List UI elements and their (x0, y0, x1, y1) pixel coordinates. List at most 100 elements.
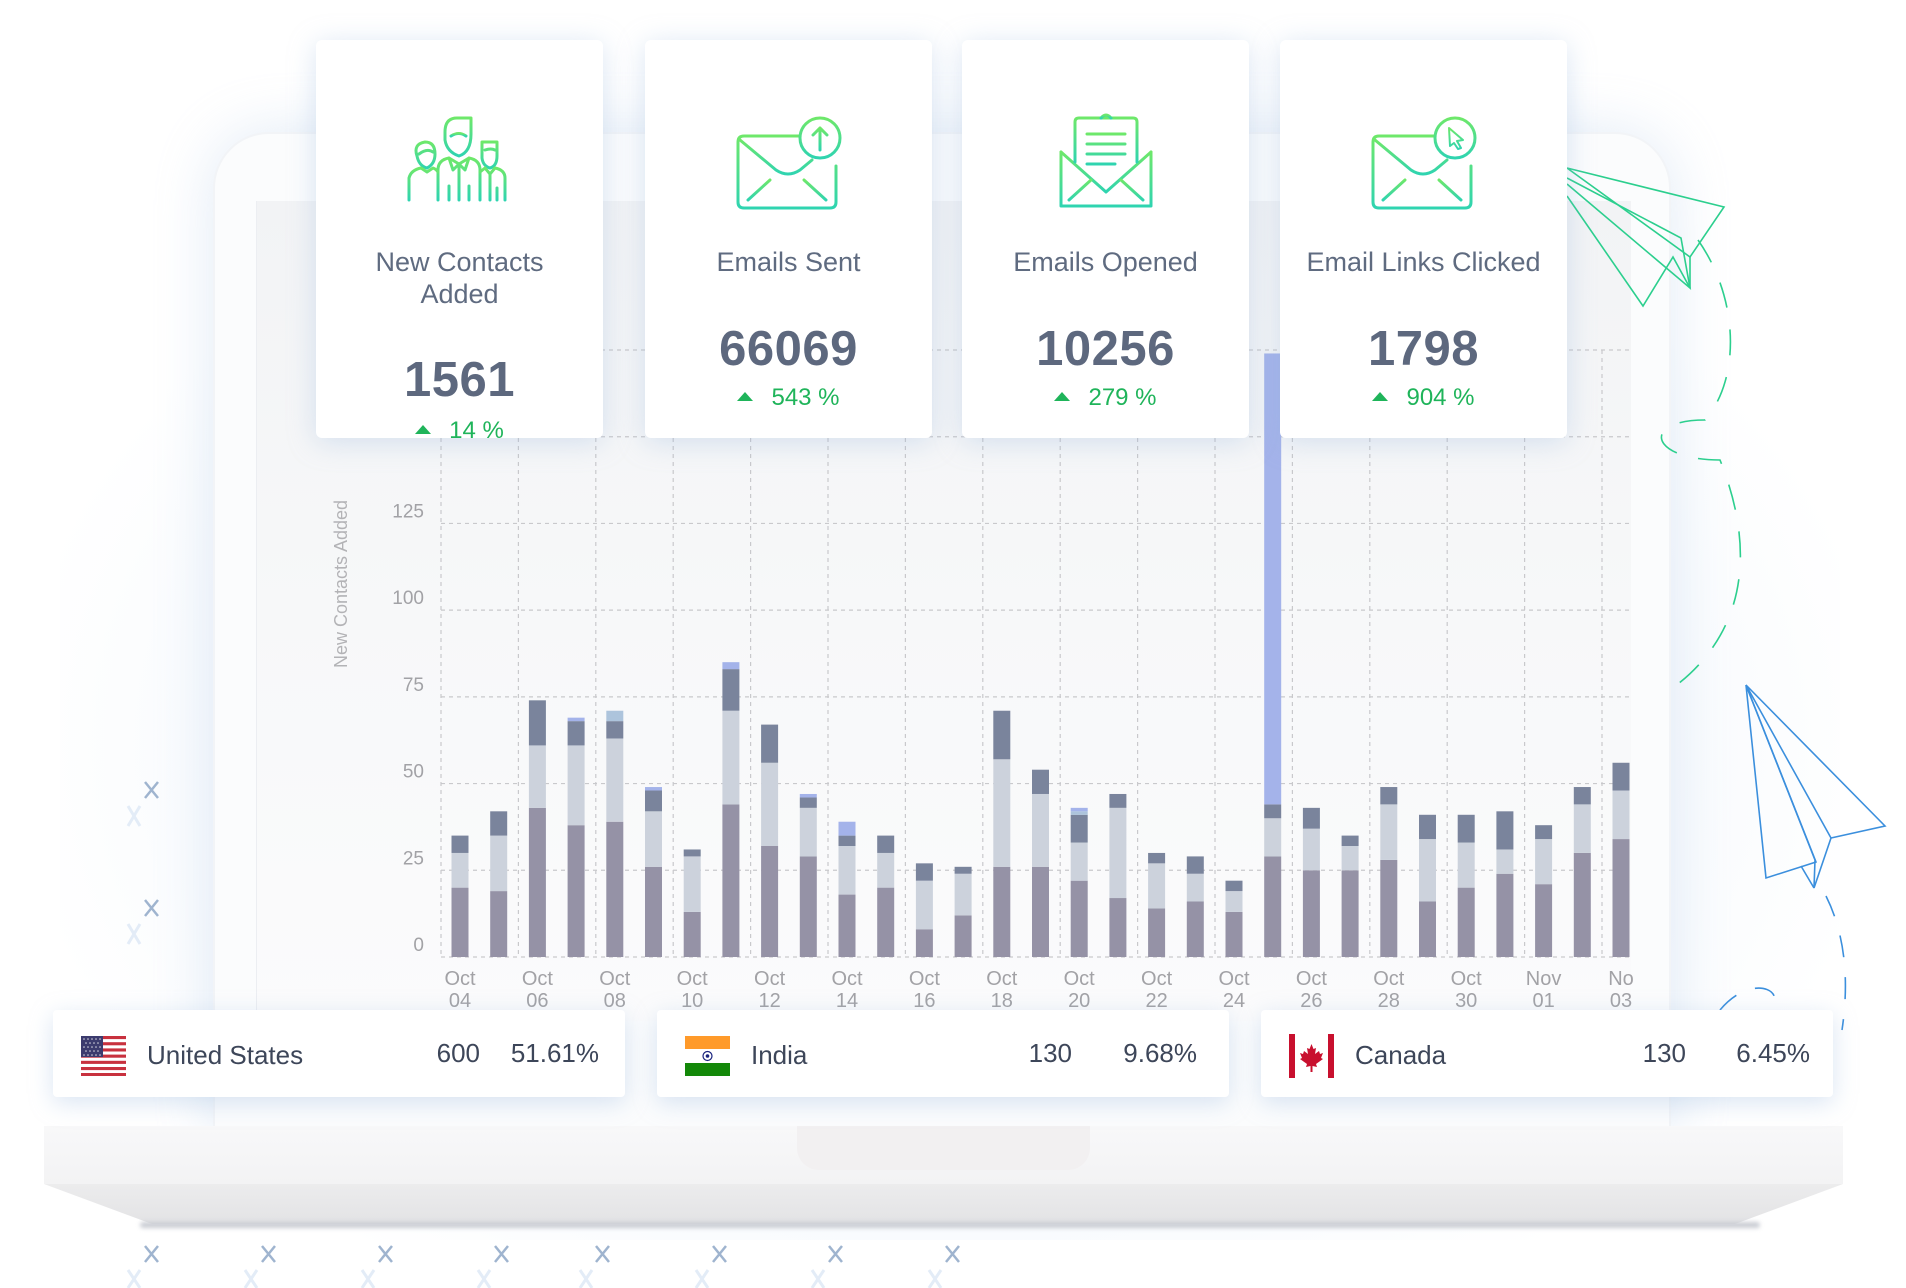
bar-segment-series-2 (1341, 846, 1359, 871)
stat-card-emails-sent[interactable]: Emails Sent 66069 543 % (645, 40, 932, 438)
bar-segment-series-2 (915, 880, 933, 930)
bar-stack (1109, 793, 1127, 957)
bar-stack (1380, 787, 1398, 957)
stat-card-email-links-clicked[interactable]: Email Links Clicked 1798 904 % (1280, 40, 1567, 438)
country-percent: 51.61% (510, 1038, 599, 1068)
stat-change: 904 % (1280, 384, 1567, 412)
trend-up-icon (415, 425, 432, 434)
bar-segment-series-3 (683, 849, 701, 857)
bar-segment-series-2 (877, 852, 895, 888)
bar-segment-series-2 (1264, 818, 1282, 857)
bar-segment-series-1 (722, 804, 740, 957)
bar-segment-series-1 (683, 911, 701, 957)
bar-segment-series-1 (993, 866, 1011, 957)
bar-segment-series-1 (1109, 898, 1127, 957)
bar-segment-series-1 (1535, 884, 1553, 957)
country-name: India (751, 1040, 808, 1070)
bar-segment-series-2 (1070, 842, 1088, 881)
x-tick-label: Nov (1526, 968, 1562, 990)
x-tick-label: Oct (677, 968, 709, 990)
stat-change-value: 904 % (1406, 384, 1475, 411)
y-axis-ticks: 0 25 50 75 100 125 (392, 501, 424, 956)
bar-segment-series-1 (451, 887, 469, 957)
bar-stack (1535, 825, 1553, 957)
x-tick-label: 20 (1068, 990, 1090, 1012)
bar-segment-series-1 (1341, 870, 1359, 957)
bar-segment-series-3 (1496, 811, 1514, 850)
x-tick-label: 01 (1532, 990, 1554, 1012)
bar-segment-series-3 (838, 835, 856, 847)
x-tick-label: 24 (1223, 990, 1245, 1012)
country-row-india[interactable]: India 130 9.68% (657, 1010, 1229, 1097)
country-count: 130 (1028, 1038, 1072, 1068)
x-tick-label: 04 (449, 990, 471, 1012)
stat-card-emails-opened[interactable]: Emails Opened 10256 279 % (962, 40, 1249, 438)
x-tick-label: Oct (909, 968, 941, 990)
bar-stack (915, 863, 933, 957)
x-tick-label: 10 (681, 990, 703, 1012)
bar-segment-series-3 (1148, 852, 1166, 864)
bar-segment-series-1 (645, 866, 662, 957)
country-row-united-states[interactable]: United States 600 51.61% (53, 1010, 625, 1097)
bar-segment-series-1 (1225, 911, 1243, 957)
bar-segment-series-3 (1186, 856, 1204, 874)
bar-stack (954, 866, 972, 957)
chart-bars (451, 353, 1630, 957)
country-count: 600 (436, 1038, 480, 1068)
bar-segment-series-3 (1457, 814, 1475, 843)
bar-segment-series-5 (567, 717, 585, 722)
bar-stack (1612, 762, 1630, 957)
stat-title: Emails Sent (716, 247, 861, 277)
y-tick-label: 0 (413, 935, 424, 956)
bar-segment-series-1 (1070, 880, 1088, 957)
x-tick-label: Oct (1296, 968, 1328, 990)
bar-segment-series-2 (683, 856, 701, 912)
bar-segment-series-1 (1612, 839, 1630, 957)
y-tick-label: 125 (392, 501, 424, 522)
x-tick-label: Oct (599, 968, 631, 990)
bar-stack (799, 793, 817, 957)
x-tick-label: 12 (758, 990, 780, 1012)
bar-stack (1457, 814, 1475, 957)
bar-segment-series-2 (1148, 863, 1166, 909)
x-tick-label: 22 (1145, 990, 1167, 1012)
x-tick-label: 06 (526, 990, 548, 1012)
y-tick-label: 50 (403, 762, 424, 783)
bar-segment-series-5 (1070, 807, 1088, 812)
bar-stack (993, 710, 1011, 957)
bar-segment-series-1 (567, 825, 585, 957)
bar-segment-series-1 (877, 887, 895, 957)
bar-segment-series-1 (1302, 870, 1320, 957)
bar-segment-series-3 (1070, 814, 1088, 843)
bar-segment-series-2 (954, 873, 972, 916)
bar-segment-series-2 (1535, 839, 1553, 885)
x-tick-label: Oct (1218, 968, 1250, 990)
bar-segment-series-1 (1496, 873, 1514, 957)
bar-segment-series-2 (490, 835, 508, 892)
x-tick-label: Oct (754, 968, 786, 990)
bar-segment-series-2 (567, 745, 585, 826)
stat-change-value: 279 % (1088, 384, 1157, 411)
bar-segment-series-1 (1032, 866, 1049, 957)
bar-stack (1225, 880, 1243, 957)
bar-stack (722, 662, 740, 957)
bar-stack (1186, 856, 1204, 957)
bar-segment-series-5 (722, 662, 740, 670)
bar-segment-series-3 (954, 866, 972, 874)
stat-change-value: 543 % (771, 384, 840, 411)
bar-segment-series-2 (606, 738, 624, 822)
bar-segment-series-2 (645, 811, 662, 867)
bar-segment-series-2 (1380, 804, 1398, 860)
bar-segment-series-4 (1070, 811, 1088, 815)
country-row-canada[interactable]: Canada 130 6.45% (1261, 1010, 1833, 1097)
bar-segment-series-3 (761, 724, 779, 763)
x-tick-label: 30 (1455, 990, 1477, 1012)
bar-segment-series-2 (1225, 891, 1243, 912)
stat-card-new-contacts[interactable]: New Contacts Added 1561 14 % (316, 40, 603, 444)
x-tick-label: Oct (1064, 968, 1096, 990)
bar-segment-series-3 (645, 790, 662, 812)
bar-segment-series-4 (606, 710, 624, 722)
bar-segment-series-1 (1573, 852, 1591, 957)
email-opened-icon (1059, 113, 1152, 208)
bar-stack (528, 700, 546, 957)
